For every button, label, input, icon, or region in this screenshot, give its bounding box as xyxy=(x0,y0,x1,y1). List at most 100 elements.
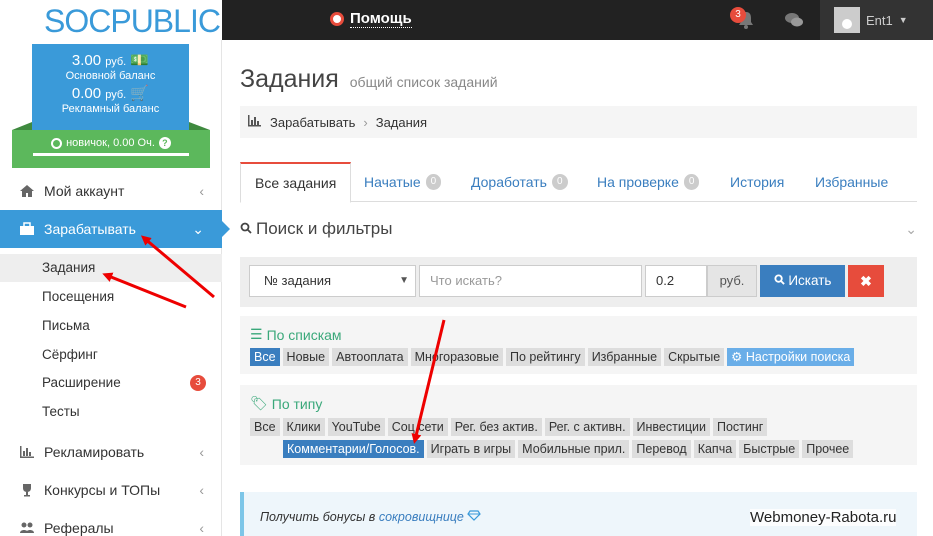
search-icon xyxy=(240,219,252,239)
chip-favorites[interactable]: Избранные xyxy=(587,348,662,366)
search-button[interactable]: Искать xyxy=(760,265,845,297)
tab-badge: 0 xyxy=(551,174,568,190)
sidebar-item-label: Конкурсы и ТОПы xyxy=(44,482,161,498)
cart-icon: 🛒 xyxy=(130,85,150,102)
ad-balance[interactable]: 0.00 руб. 🛒 xyxy=(32,84,189,102)
breadcrumb: Зарабатывать › Задания xyxy=(240,106,917,138)
sidebar-item-label: Рекламировать xyxy=(44,444,145,460)
tab-all-tasks[interactable]: Все задания xyxy=(240,162,352,203)
sidebar-subitem-surfing[interactable]: Сёрфинг xyxy=(0,341,222,369)
sidebar-subitem-tasks[interactable]: Задания xyxy=(0,254,222,282)
chip-autopay[interactable]: Автооплата xyxy=(332,348,408,366)
type-chip[interactable]: Мобильные прил. xyxy=(518,440,630,458)
top-bar: Помощь 3 Ent1 ▼ xyxy=(222,0,933,40)
filters-header[interactable]: Поиск и фильтры ⌄ xyxy=(240,218,917,240)
type-chip[interactable]: Рег. без актив. xyxy=(450,418,542,436)
type-chip[interactable]: Рег. с активн. xyxy=(544,418,630,436)
notifications-badge: 3 xyxy=(730,7,746,23)
types-chips-row2: Комментарии/Голосов. Играть в игры Мобил… xyxy=(283,440,854,458)
sidebar-subitem-tests[interactable]: Тесты xyxy=(0,398,222,426)
sidebar-subitem-letters[interactable]: Письма xyxy=(0,312,222,340)
chevron-down-icon[interactable]: ⌄ xyxy=(905,221,917,238)
type-chip[interactable]: Клики xyxy=(282,418,325,436)
type-chip[interactable]: Быстрые xyxy=(739,440,800,458)
type-chip[interactable]: Прочее xyxy=(802,440,854,458)
lists-chips: Все Новые Автооплата Многоразовые По рей… xyxy=(250,348,855,366)
type-chip-comments[interactable]: Комментарии/Голосов. xyxy=(283,440,424,458)
sidebar-item-contests[interactable]: Конкурсы и ТОПы ‹ xyxy=(0,471,222,509)
sidebar-subitem-extension[interactable]: Расширение 3 xyxy=(0,369,222,397)
chip-reusable[interactable]: Многоразовые xyxy=(410,348,503,366)
tab-history[interactable]: История xyxy=(716,162,798,202)
sidebar-item-account[interactable]: Мой аккаунт ‹ xyxy=(0,172,222,210)
search-button-label: Искать xyxy=(788,273,832,288)
main-balance[interactable]: 3.00 руб. 💵 xyxy=(32,51,189,69)
type-chip[interactable]: Перевод xyxy=(632,440,691,458)
main-balance-amount: 3.00 xyxy=(71,52,102,69)
tab-started[interactable]: Начатые 0 xyxy=(350,162,455,202)
search-filter-bar: № задания ▼ Что искать? 0.2 руб. Искать … xyxy=(240,257,917,307)
clear-button[interactable]: ✖ xyxy=(848,265,884,297)
bar-chart-icon xyxy=(18,445,36,459)
help-link[interactable]: Помощь xyxy=(330,10,412,28)
user-menu[interactable]: Ent1 ▼ xyxy=(820,0,933,40)
rank[interactable]: новичок, 0.00 Оч. ? xyxy=(12,130,210,149)
question-icon[interactable]: ? xyxy=(158,137,171,149)
sidebar: 3.00 руб. 💵 Основной баланс 0.00 руб. 🛒 … xyxy=(0,40,230,536)
chip-hidden[interactable]: Скрытые xyxy=(664,348,725,366)
type-chip[interactable]: Капча xyxy=(693,440,737,458)
sidebar-item-referrals[interactable]: Рефералы ‹ xyxy=(0,509,222,536)
sidebar-item-earn[interactable]: Зарабатывать ⌄ xyxy=(0,210,230,248)
type-chip[interactable]: Все xyxy=(250,418,280,436)
diamond-icon xyxy=(467,510,482,524)
lists-filter: ☰ По спискам Все Новые Автооплата Многор… xyxy=(240,316,917,374)
extension-badge: 3 xyxy=(190,375,206,391)
search-settings-label: Настройки поиска xyxy=(745,350,851,364)
type-chip[interactable]: Постинг xyxy=(712,418,768,436)
users-icon xyxy=(18,521,36,535)
type-chip[interactable]: Играть в игры xyxy=(426,440,516,458)
type-chip[interactable]: YouTube xyxy=(327,418,385,436)
logo[interactable]: SOCPUBLIC xyxy=(44,3,221,40)
tab-review[interactable]: На проверке 0 xyxy=(583,162,713,202)
help-label: Помощь xyxy=(350,10,412,28)
breadcrumb-earn[interactable]: Зарабатывать xyxy=(270,115,355,130)
chip-new[interactable]: Новые xyxy=(282,348,330,366)
type-chip[interactable]: Соц.сети xyxy=(387,418,448,436)
search-field-select[interactable]: № задания ▼ xyxy=(249,265,416,297)
ribbon-fold-left xyxy=(12,122,32,130)
watermark: Webmoney-Rabota.ru xyxy=(750,509,897,526)
ribbon-fold-right xyxy=(189,122,210,130)
currency-addon: руб. xyxy=(707,265,757,297)
avatar xyxy=(834,7,860,33)
types-title: 🏷 По типу xyxy=(250,395,322,412)
rank-text: новичок, 0.00 Оч. xyxy=(66,137,155,149)
sidebar-subitem-visits[interactable]: Посещения xyxy=(0,283,222,311)
tab-favorites[interactable]: Избранные xyxy=(801,162,902,202)
chevron-down-icon: ▼ xyxy=(399,275,409,286)
treasury-link[interactable]: сокровищнице xyxy=(379,510,464,524)
chip-all[interactable]: Все xyxy=(250,348,280,366)
main-balance-currency: руб. xyxy=(105,56,127,68)
ad-balance-label: Рекламный баланс xyxy=(61,103,160,115)
types-filter: 🏷 По типу Все Клики YouTube Соц.сети Рег… xyxy=(240,385,917,465)
home-icon xyxy=(18,184,36,198)
username: Ent1 xyxy=(866,12,893,28)
type-chip[interactable]: Инвестиции xyxy=(632,418,710,436)
page-title-text: Задания xyxy=(240,65,339,93)
ad-balance-currency: руб. xyxy=(105,89,127,101)
amount-input[interactable]: 0.2 xyxy=(645,265,707,297)
ad-balance-amount: 0.00 xyxy=(71,85,102,102)
chevron-left-icon: ‹ xyxy=(199,520,204,536)
chip-rating[interactable]: По рейтингу xyxy=(505,348,585,366)
search-icon xyxy=(774,273,789,288)
lists-title-text: По спискам xyxy=(266,326,342,343)
sidebar-item-advertise[interactable]: Рекламировать ‹ xyxy=(0,433,222,471)
sidebar-subitem-label: Расширение xyxy=(42,375,121,390)
search-input[interactable]: Что искать? xyxy=(419,265,642,297)
chat-icon[interactable] xyxy=(784,12,804,28)
chevron-left-icon: ‹ xyxy=(199,183,204,199)
search-settings-button[interactable]: ⚙ Настройки поиска xyxy=(727,348,855,366)
tab-rework[interactable]: Доработать 0 xyxy=(457,162,582,202)
breadcrumb-tasks: Задания xyxy=(375,114,428,130)
